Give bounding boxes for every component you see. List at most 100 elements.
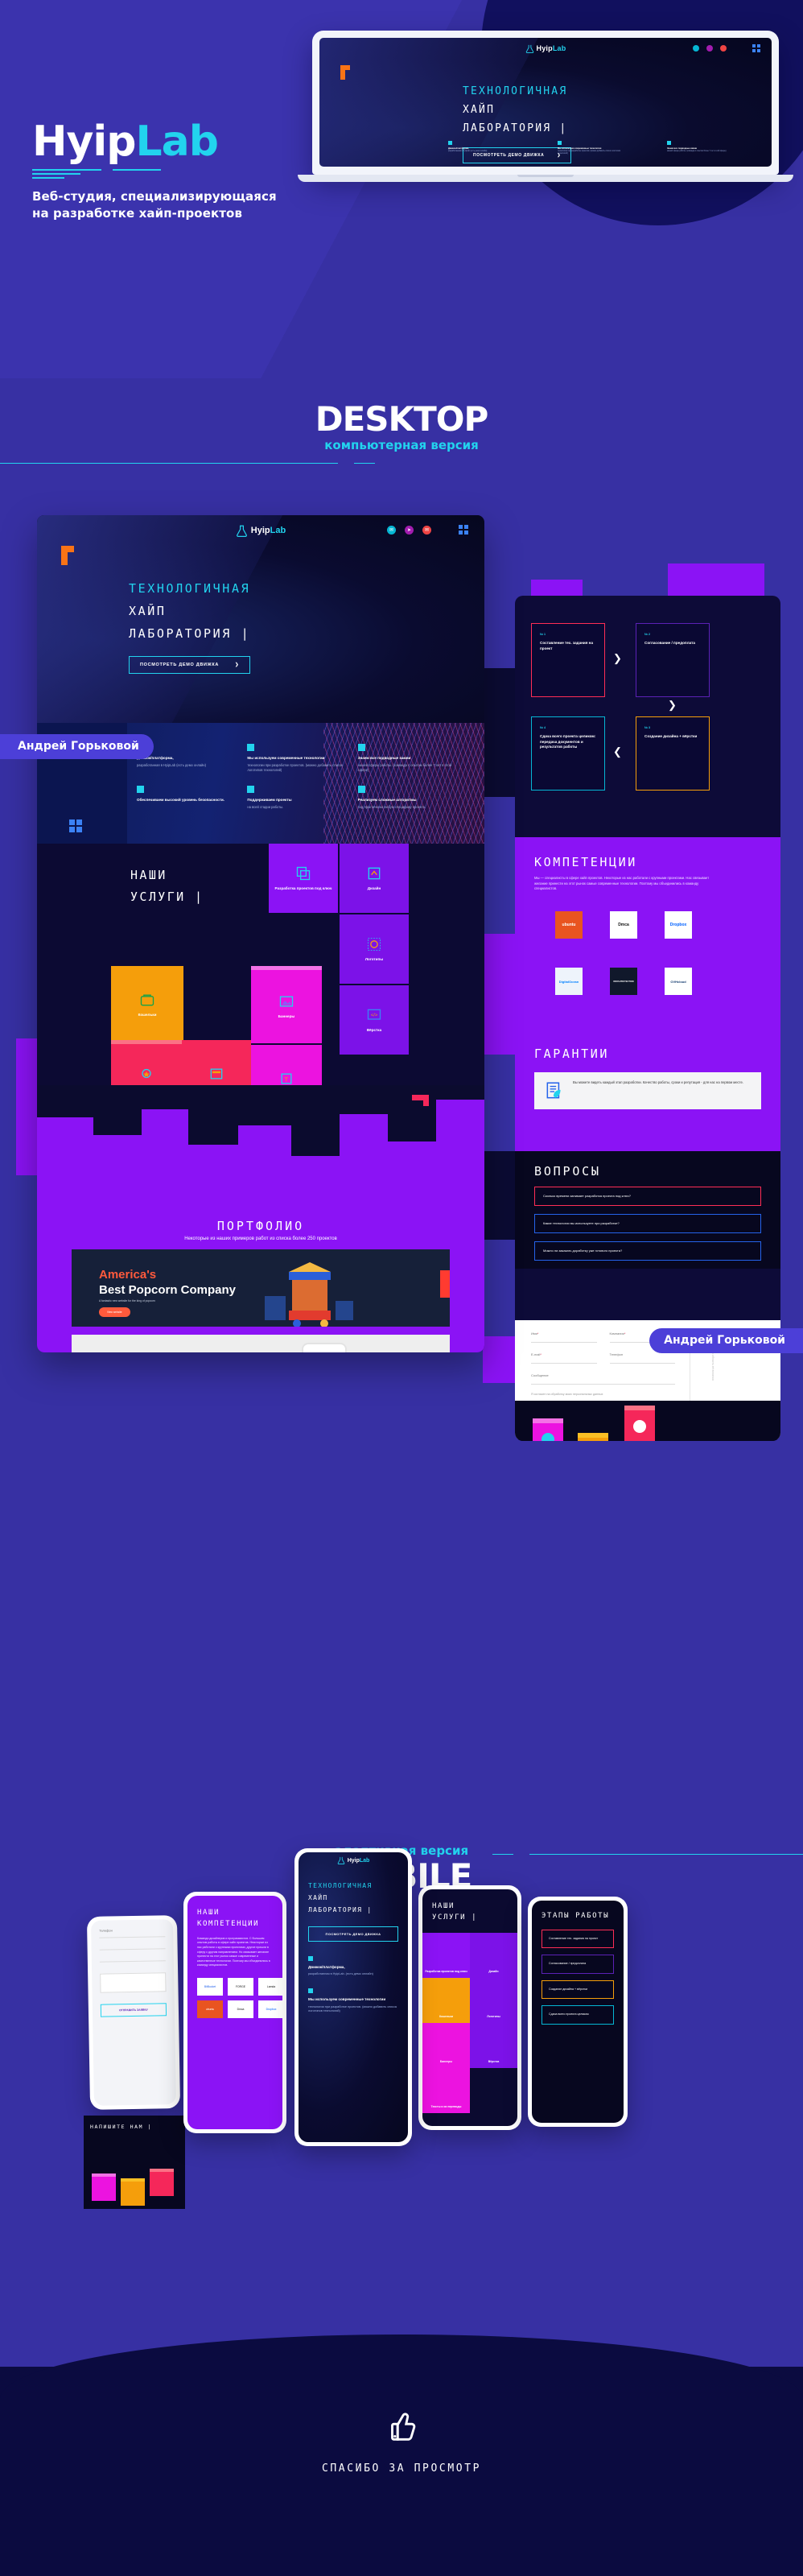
step-card[interactable]: № 2 Согласование / предоплата	[636, 623, 710, 697]
feature-title: Обеспечиваем высокий уровень безопасност…	[137, 797, 224, 802]
phone-screen: Телефон ОТПРАВИТЬ ЗАЯВКУ	[91, 1919, 176, 2106]
laptop-feature-item: Движок/платформа, разработанная в HyipLa…	[448, 141, 514, 156]
text-icon: T	[281, 1073, 292, 1084]
faq-row[interactable]: Какие технологии вы используете при разр…	[534, 1214, 761, 1233]
write-us-block: НАПИШИТЕ НАМ |	[515, 1401, 780, 1441]
messenger-icon[interactable]	[693, 45, 699, 52]
telegram-icon[interactable]	[706, 45, 713, 52]
grid-menu-icon[interactable]	[459, 525, 468, 535]
form-field-phone[interactable]: Телефон	[609, 1352, 675, 1364]
laptop-feature-item: Мы используем современные технологии тех…	[558, 141, 624, 156]
phone-service-tile[interactable]: Логотипы	[470, 1978, 517, 2023]
laptop-social-dots[interactable]	[693, 45, 727, 52]
telegram-square[interactable]	[578, 1433, 608, 1441]
step-card[interactable]: № 1 Составление тех. задания на проект	[531, 623, 605, 697]
logo-ubuntu: ubuntu	[555, 911, 583, 939]
phone-step-row[interactable]: Согласование / предоплата	[542, 1955, 614, 1974]
step-number: № 2	[644, 633, 651, 636]
square-bullet-icon	[667, 141, 671, 145]
grid-menu-icon[interactable]	[752, 44, 760, 52]
phone-service-tile[interactable]: Вёрстка	[470, 2023, 517, 2068]
form-underline	[531, 1363, 597, 1364]
logo-ubuntu: ubuntu	[197, 2000, 223, 2018]
form-field-message[interactable]: Сообщение	[531, 1373, 675, 1385]
messenger-icon[interactable]: ✉	[387, 526, 396, 535]
portfolio-card[interactable]: The Frost King House The award-winning m…	[72, 1335, 450, 1352]
form-field-name[interactable]: Имя*	[531, 1331, 597, 1343]
gmail-square[interactable]	[150, 2169, 174, 2196]
desktop-section-title: DESKTOP компьютерная версия	[0, 402, 803, 453]
feature-title: Знаем все подводные камни	[357, 756, 411, 760]
faq-row[interactable]: Сколько времени занимает разработка прое…	[534, 1187, 761, 1206]
service-tile[interactable]: Логотипы	[340, 914, 409, 984]
service-tile[interactable]: </> Вёрстка	[340, 985, 409, 1055]
desktop-title-rule-left	[0, 463, 338, 464]
phone-step-row[interactable]: Сдача всего проекта целиком	[542, 2005, 614, 2025]
phone-service-tile[interactable]: Тексты и их переводы	[422, 2068, 470, 2113]
guarantees-card: Вы можете видеть каждый этап разработки.…	[534, 1072, 761, 1109]
portfolio-card-button[interactable]: View website	[99, 1307, 130, 1317]
service-tile[interactable]: Кошельки	[111, 966, 183, 1043]
desktop-right-panel: № 1 Составление тех. задания на проект ❯…	[515, 596, 780, 1441]
portfolio-card[interactable]: America's Best Popcorn Company A fantast…	[72, 1249, 450, 1327]
square-bullet-icon	[308, 1988, 313, 1993]
desktop-features-grid: Движок/платформа, разработанная в HyipLa…	[137, 744, 459, 810]
wallet-icon	[140, 994, 154, 1006]
desktop-title-small: компьютерная версия	[324, 438, 479, 452]
portfolio-title-accent: America's	[99, 1268, 157, 1282]
laptop-feature-desc: разработанная в HyipLab (есть демо онлай…	[448, 150, 488, 152]
desktop-h1: ТЕХНОЛОГИЧНАЯ ХАЙП ЛАБОРАТОРИЯ |	[129, 578, 250, 645]
desktop-h1-line1: ТЕХНОЛОГИЧНАЯ	[129, 581, 251, 596]
laptop-h1-line2: ХАЙП	[463, 103, 496, 116]
step-card[interactable]: № 4 Сдача всего проекта целиком: передач…	[531, 716, 605, 791]
feature-cell: Мы используем современные технологии тех…	[247, 744, 348, 773]
desktop-social-dots[interactable]: ✉ ➤ ✉	[387, 526, 431, 535]
grid-menu-icon[interactable]	[69, 819, 82, 832]
chevron-down-icon: ❯	[668, 699, 677, 711]
popcorn-machine-illustration	[265, 1254, 353, 1327]
phone-step-row[interactable]: Создание дизайна + вёрстки	[542, 1979, 614, 2000]
guarantees-block: ГАРАНТИИ Вы можете видеть каждый этап ра…	[515, 1046, 780, 1109]
messenger-square[interactable]	[533, 1418, 563, 1441]
step-card[interactable]: № 3 Создание дизайна + вёрстки	[636, 716, 710, 791]
mail-icon[interactable]	[720, 45, 727, 52]
desktop-logo[interactable]: HyipLab	[236, 525, 286, 537]
service-tile[interactable]: Баннеры	[251, 966, 322, 1043]
presentation-page: HyipLab Веб-студия, специализирующаяся н…	[0, 0, 803, 2576]
phone-screen: НАШИ УСЛУГИ | Разработка проектов под кл…	[422, 1889, 517, 2126]
feature-desc: технологии при разработке проектов. (мож…	[247, 762, 344, 772]
telegram-icon[interactable]: ➤	[405, 526, 414, 535]
service-tile[interactable]: Дизайн	[340, 844, 409, 913]
service-tile[interactable]: Разработка проектов под ключ	[269, 844, 338, 913]
phone-form-label: Телефон	[99, 1928, 113, 1933]
document-leaf-icon	[546, 1082, 561, 1099]
square-bullet-icon	[308, 1955, 313, 1961]
telegram-square[interactable]	[121, 2178, 145, 2206]
phone-mockup-services: НАШИ УСЛУГИ | Разработка проектов под кл…	[418, 1885, 521, 2130]
laptop-screen: HyipLab ТЕХНОЛОГИЧНАЯ ХАЙП ЛАБОРАТОРИЯ |…	[319, 38, 772, 167]
chevron-right-icon: ❯	[613, 652, 622, 664]
form-label: Имя*	[531, 1331, 539, 1335]
phone-service-tile[interactable]: Кошельки	[422, 1978, 470, 2023]
laptop-feature-desc: нашей сферы работы. (команда с опытом бо…	[667, 150, 727, 152]
phone-step-row[interactable]: Составление тех. задания на проект	[542, 1930, 614, 1949]
messenger-square[interactable]	[92, 2174, 116, 2201]
mail-icon[interactable]: ✉	[422, 526, 431, 535]
desktop-cta-button[interactable]: ПОСМОТРЕТЬ ДЕМО ДВИЖКА ❯	[129, 656, 251, 675]
phone-submit-button[interactable]: ОТПРАВИТЬ ЗАЯВКУ	[100, 2003, 167, 2017]
phone-mockup-competence: НАШИ КОМПЕТЕНЦИИ Команда дизайнеров и пр…	[183, 1892, 286, 2133]
gmail-square[interactable]	[624, 1406, 655, 1441]
feature-cell: Реализуем сложные алгоритмы под практиче…	[357, 785, 459, 810]
faq-row[interactable]: Можно ли заказать доработку уже готового…	[534, 1241, 761, 1261]
phone-service-tile[interactable]: Баннеры	[422, 2023, 470, 2068]
logo-dropbox: Dropbox	[258, 2000, 282, 2018]
phone-cta-button[interactable]: ПОСМОТРЕТЬ ДЕМО ДВИЖКА	[308, 1926, 398, 1942]
phone-service-tile[interactable]: Дизайн	[470, 1933, 517, 1978]
desktop-cta-label: ПОСМОТРЕТЬ ДЕМО ДВИЖКА	[140, 663, 220, 668]
form-field-email[interactable]: E-mail*	[531, 1352, 597, 1364]
logo-dmca: Dmca	[610, 911, 637, 939]
form-consent[interactable]: Я согласен на обработку моих персональны…	[531, 1393, 675, 1396]
phone-service-tile[interactable]: Разработка проектов под ключ	[422, 1933, 470, 1978]
desktop-logo-text: HyipLab	[250, 526, 286, 535]
phone-feature-title: Движок/платформа,	[308, 1964, 345, 1969]
